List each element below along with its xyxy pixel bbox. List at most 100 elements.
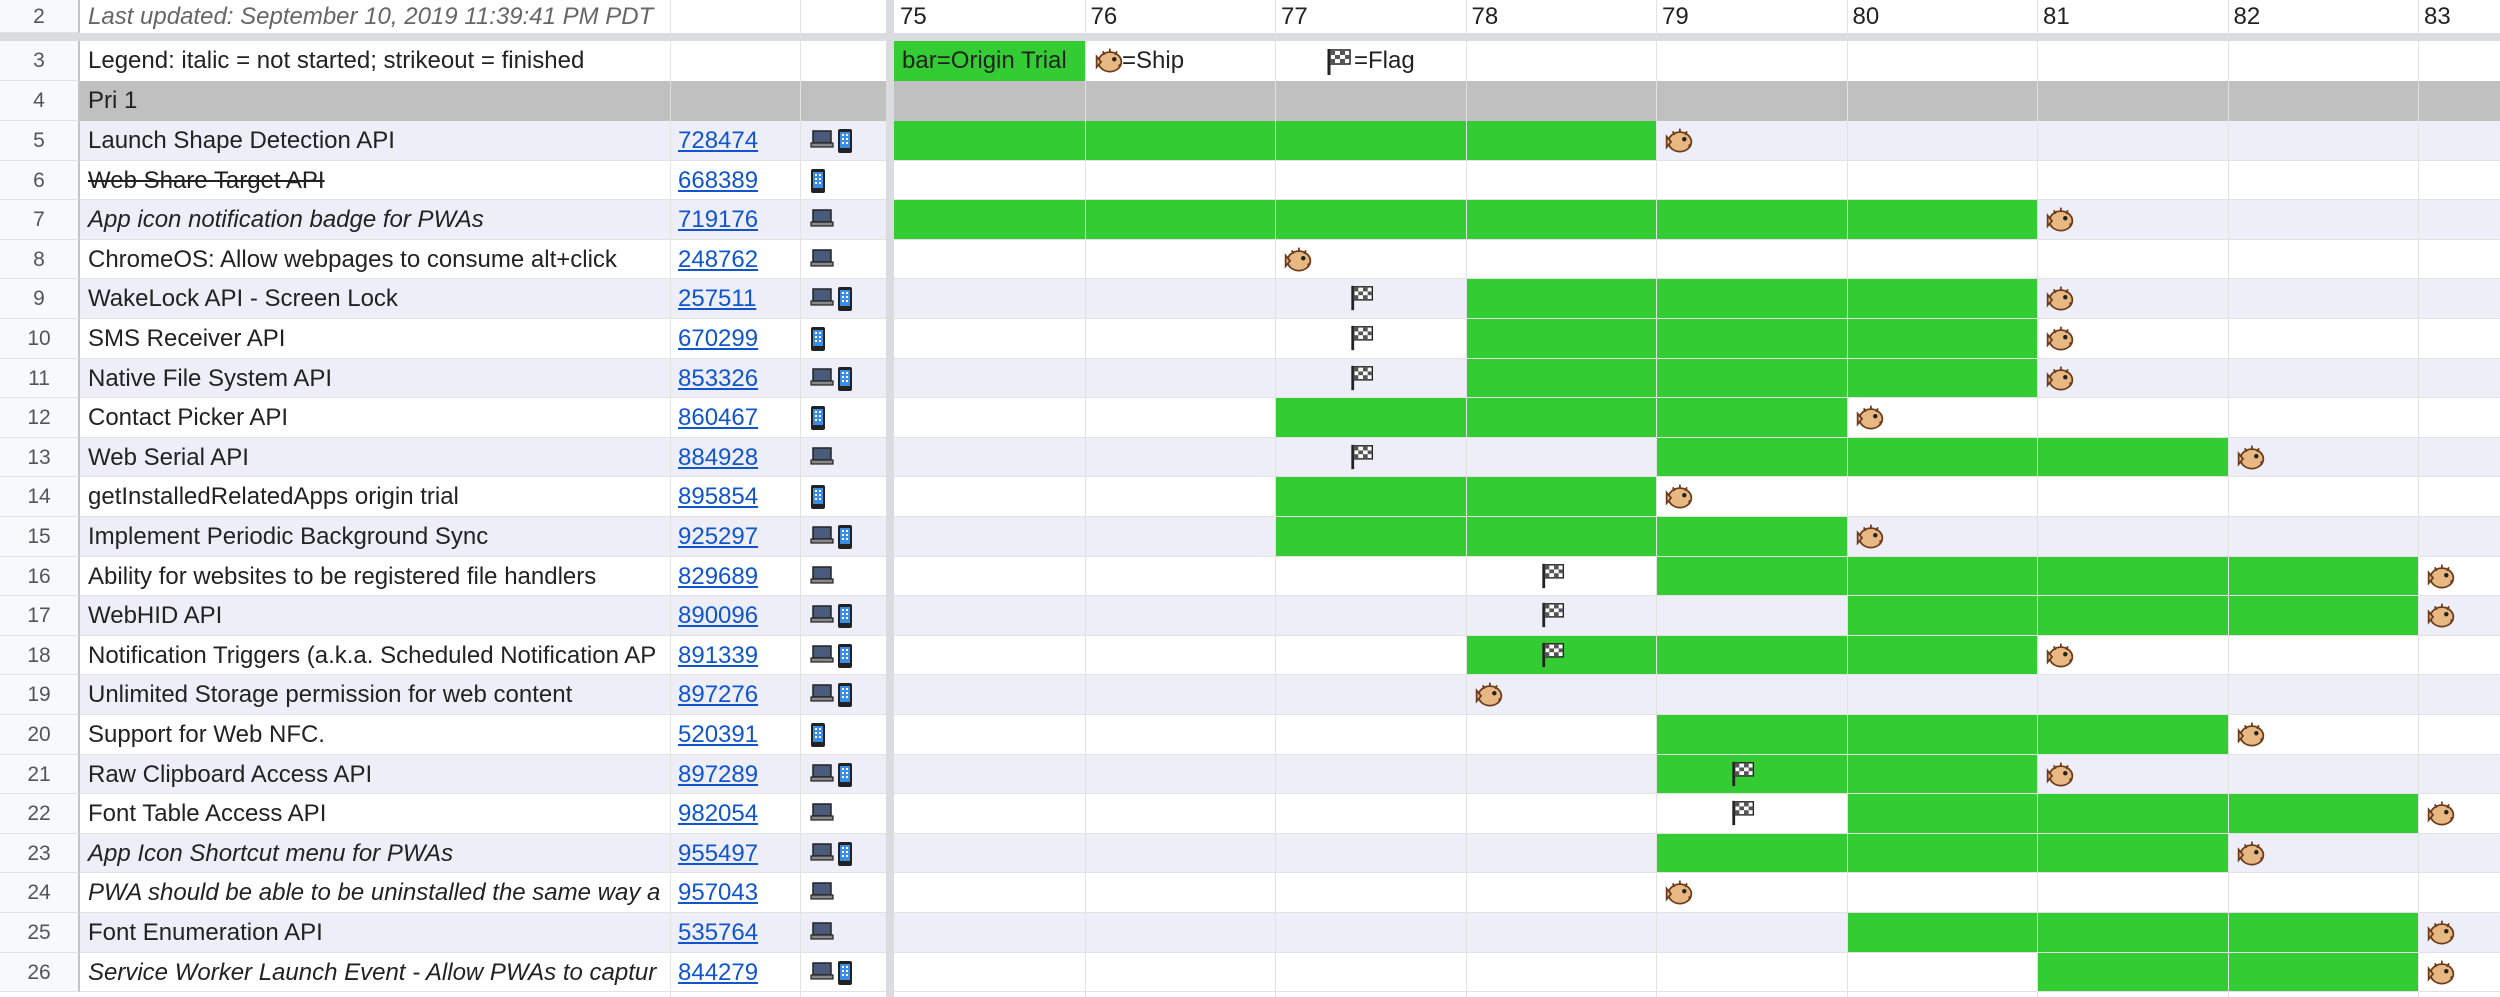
bug-link[interactable]: 668389 <box>670 161 800 201</box>
bug-link[interactable]: 890096 <box>670 596 800 636</box>
bug-link[interactable]: 955497 <box>670 834 800 874</box>
bug-number[interactable]: 535764 <box>678 919 758 946</box>
feature-name[interactable]: Launch Shape Detection API <box>80 121 670 161</box>
row-number[interactable]: 24 <box>0 873 80 913</box>
feature-name[interactable]: SMS Receiver API <box>80 319 670 359</box>
feature-name[interactable]: PWA should be able to be uninstalled the… <box>80 873 670 913</box>
section-title[interactable]: Pri 1 <box>80 81 886 121</box>
bug-link[interactable]: 520391 <box>670 715 800 755</box>
feature-name[interactable]: App icon notification badge for PWAs <box>80 200 670 240</box>
bug-number[interactable]: 982054 <box>678 800 758 827</box>
feature-name[interactable]: Raw Clipboard Access API <box>80 755 670 795</box>
row-number[interactable]: 25 <box>0 913 80 953</box>
row-number[interactable]: 13 <box>0 437 80 478</box>
bug-link[interactable]: 257511 <box>670 279 800 319</box>
bug-number[interactable]: 897276 <box>678 681 758 708</box>
legend-bar-label[interactable]: bar=Origin Trial <box>894 41 1085 81</box>
row-number[interactable]: 8 <box>0 239 80 280</box>
bug-link[interactable]: 925297 <box>670 517 800 557</box>
feature-name[interactable]: Unlimited Storage permission for web con… <box>80 675 670 715</box>
feature-name[interactable]: Implement Periodic Background Sync <box>80 517 670 557</box>
feature-name[interactable]: WakeLock API - Screen Lock <box>80 279 670 319</box>
feature-name[interactable]: App Icon Shortcut menu for PWAs <box>80 834 670 874</box>
feature-name[interactable]: Service Worker Launch Event - Allow PWAs… <box>80 953 670 993</box>
version-label[interactable]: 77 <box>1281 2 1308 32</box>
legend-flag-label[interactable]: =Flag <box>1352 41 1502 81</box>
bug-link[interactable]: 728474 <box>670 121 800 161</box>
bug-number[interactable]: 891339 <box>678 642 758 669</box>
bug-link[interactable]: 957043 <box>670 873 800 913</box>
feature-name[interactable]: Support for Web NFC. <box>80 715 670 755</box>
version-label[interactable]: 83 <box>2424 2 2451 32</box>
version-label[interactable]: 79 <box>1662 2 1689 32</box>
bug-number[interactable]: 844279 <box>678 959 758 986</box>
row-number[interactable]: 2 <box>0 0 80 33</box>
feature-name[interactable]: ChromeOS: Allow webpages to consume alt+… <box>80 240 670 280</box>
bug-link[interactable]: 844279 <box>670 953 800 993</box>
bug-number[interactable]: 719176 <box>678 206 758 233</box>
bug-number[interactable]: 890096 <box>678 602 758 629</box>
row-number[interactable]: 9 <box>0 279 80 319</box>
bug-link[interactable]: 897276 <box>670 675 800 715</box>
feature-name[interactable]: WebHID API <box>80 596 670 636</box>
version-label[interactable]: 81 <box>2043 2 2070 32</box>
feature-name[interactable]: Font Enumeration API <box>80 913 670 953</box>
bug-link[interactable]: 719176 <box>670 200 800 240</box>
row-number[interactable]: 10 <box>0 319 80 359</box>
feature-name[interactable]: getInstalledRelatedApps origin trial <box>80 477 670 517</box>
version-label[interactable]: 82 <box>2234 2 2261 32</box>
feature-name[interactable]: Ability for websites to be registered fi… <box>80 557 670 597</box>
bug-number[interactable]: 955497 <box>678 840 758 867</box>
row-number[interactable]: 23 <box>0 833 80 874</box>
version-label[interactable]: 78 <box>1472 2 1499 32</box>
row-number[interactable]: 5 <box>0 121 80 161</box>
bug-number[interactable]: 668389 <box>678 167 758 194</box>
row-number[interactable]: 11 <box>0 358 80 399</box>
row-number[interactable]: 4 <box>0 81 80 121</box>
frozen-row-divider[interactable] <box>0 33 2500 41</box>
bug-number[interactable]: 520391 <box>678 721 758 748</box>
feature-name[interactable]: Web Share Target API <box>80 161 670 201</box>
bug-number[interactable]: 829689 <box>678 563 758 590</box>
bug-number[interactable]: 925297 <box>678 523 758 550</box>
row-number[interactable]: 26 <box>0 952 80 993</box>
version-label[interactable]: 80 <box>1853 2 1880 32</box>
bug-link[interactable]: 829689 <box>670 557 800 597</box>
bug-number[interactable]: 860467 <box>678 404 758 431</box>
version-label[interactable]: 76 <box>1091 2 1118 32</box>
row-number[interactable]: 19 <box>0 675 80 715</box>
bug-link[interactable]: 860467 <box>670 398 800 438</box>
bug-link[interactable]: 897289 <box>670 755 800 795</box>
row-number[interactable]: 16 <box>0 556 80 597</box>
bug-link[interactable]: 891339 <box>670 636 800 676</box>
legend-ship-label[interactable]: =Ship <box>1120 41 1270 81</box>
bug-link[interactable]: 670299 <box>670 319 800 359</box>
row-number[interactable]: 22 <box>0 794 80 834</box>
row-number[interactable]: 20 <box>0 715 80 755</box>
row-number[interactable]: 17 <box>0 596 80 636</box>
row-number[interactable]: 14 <box>0 477 80 517</box>
bug-number[interactable]: 884928 <box>678 444 758 471</box>
feature-name[interactable]: Native File System API <box>80 359 670 399</box>
bug-number[interactable]: 897289 <box>678 761 758 788</box>
bug-number[interactable]: 895854 <box>678 483 758 510</box>
feature-name[interactable]: Notification Triggers (a.k.a. Scheduled … <box>80 636 670 676</box>
version-label[interactable]: 75 <box>900 2 927 32</box>
bug-number[interactable]: 248762 <box>678 246 758 273</box>
bug-number[interactable]: 853326 <box>678 365 758 392</box>
bug-number[interactable]: 257511 <box>678 285 756 312</box>
bug-number[interactable]: 957043 <box>678 879 758 906</box>
row-number[interactable]: 6 <box>0 160 80 201</box>
row-number[interactable]: 12 <box>0 398 80 438</box>
row-number[interactable]: 18 <box>0 635 80 676</box>
feature-name[interactable]: Contact Picker API <box>80 398 670 438</box>
legend-text[interactable]: Legend: italic = not started; strikeout … <box>80 41 886 81</box>
bug-link[interactable]: 884928 <box>670 438 800 478</box>
last-updated-text[interactable]: Last updated: September 10, 2019 11:39:4… <box>80 0 670 33</box>
row-number[interactable]: 7 <box>0 200 80 240</box>
bug-number[interactable]: 670299 <box>678 325 758 352</box>
row-number[interactable]: 15 <box>0 517 80 557</box>
feature-name[interactable]: Web Serial API <box>80 438 670 478</box>
feature-name[interactable]: Font Table Access API <box>80 794 670 834</box>
bug-number[interactable]: 728474 <box>678 127 758 154</box>
